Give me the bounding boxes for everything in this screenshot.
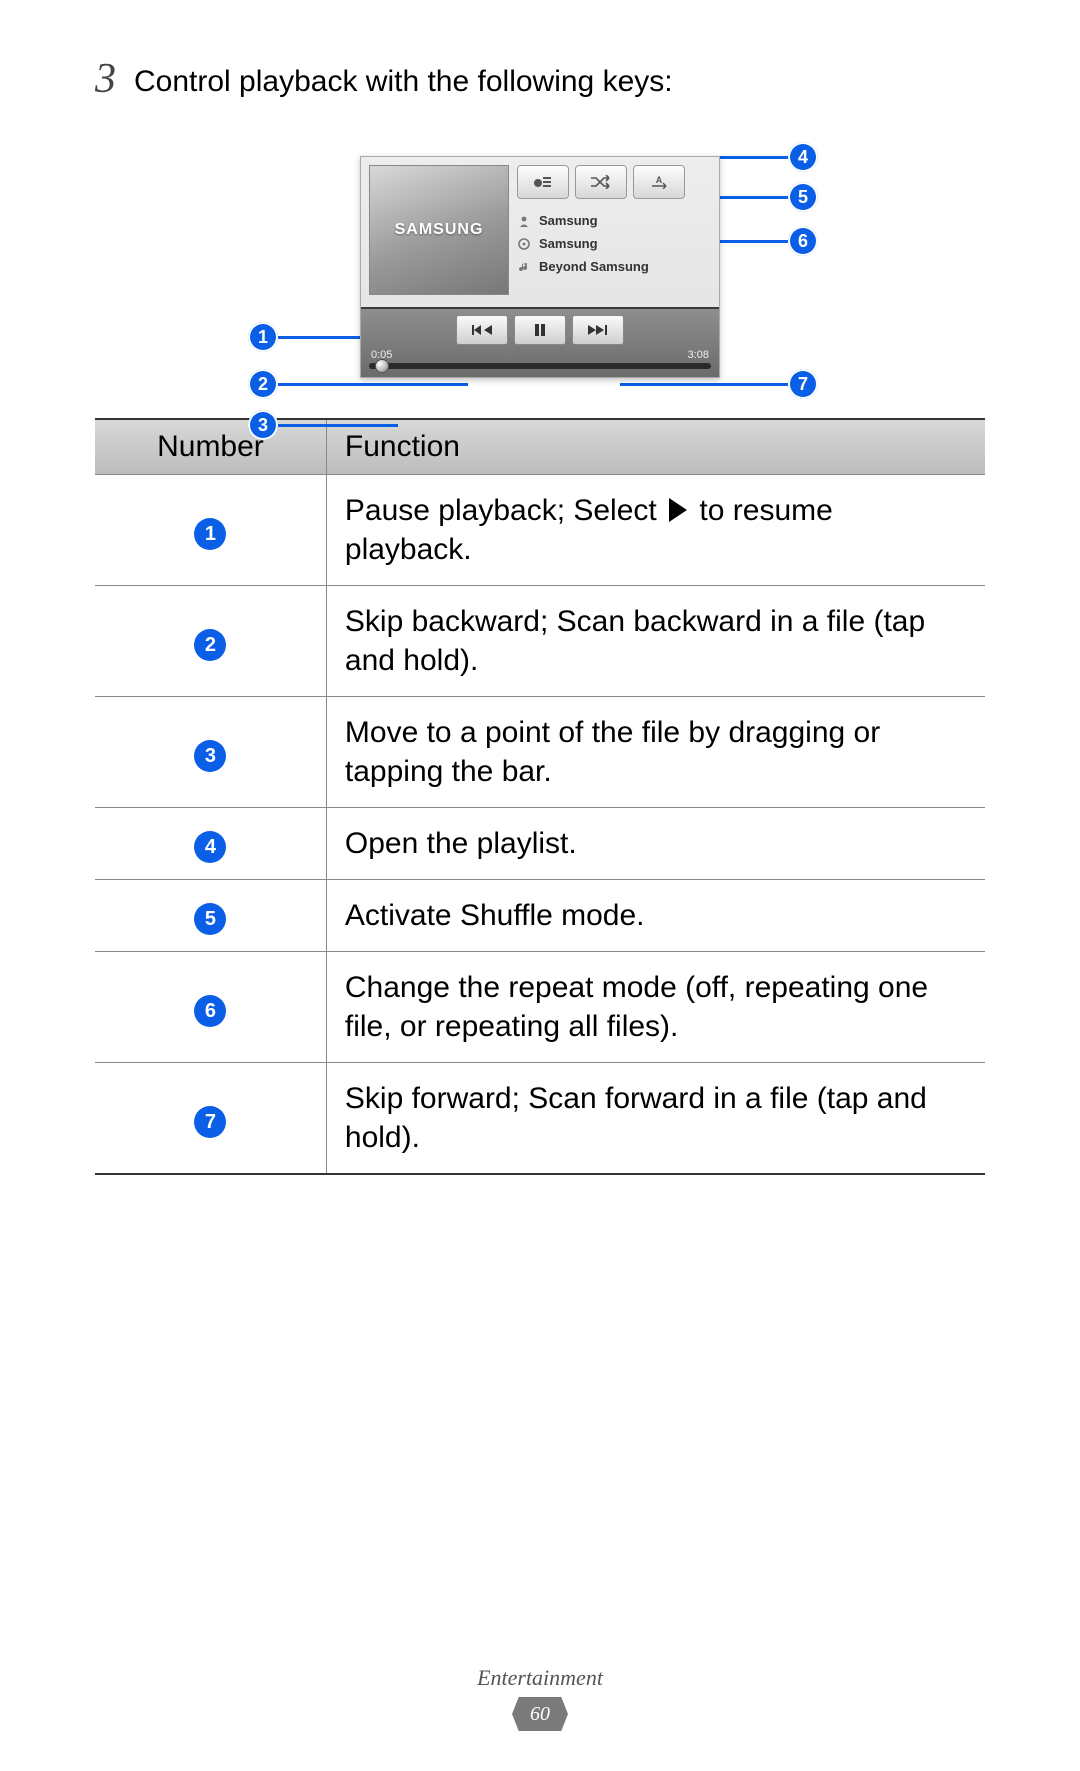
callout-2: 2 — [248, 369, 278, 399]
repeat-icon: A — [648, 175, 670, 189]
page-number: 60 — [512, 1697, 568, 1731]
artist-icon — [517, 214, 531, 228]
prev-button[interactable] — [456, 315, 508, 345]
step-text: Control playback with the following keys… — [134, 60, 673, 100]
track-label: Beyond Samsung — [539, 259, 649, 274]
row-function-cell: Move to a point of the file by dragging … — [326, 697, 985, 808]
step-number: 3 — [95, 58, 116, 100]
header-function: Function — [326, 419, 985, 475]
shuffle-icon — [590, 175, 612, 189]
next-button[interactable] — [572, 315, 624, 345]
pause-button[interactable] — [514, 315, 566, 345]
next-icon — [588, 324, 608, 336]
function-table: Number Function 1 Pause playback; Select … — [95, 418, 985, 1175]
header-number: Number — [95, 419, 326, 475]
callout-3: 3 — [248, 410, 278, 440]
number-badge: 5 — [194, 903, 226, 935]
callout-1: 1 — [248, 322, 278, 352]
shuffle-button[interactable] — [575, 165, 627, 199]
progress-bar[interactable] — [369, 363, 711, 369]
footer-section: Entertainment — [0, 1665, 1080, 1691]
repeat-button[interactable]: A — [633, 165, 685, 199]
player-diagram: 1 2 3 4 5 6 7 SAMSUNG — [220, 156, 860, 378]
table-row: 6 Change the repeat mode (off, repeating … — [95, 952, 985, 1063]
callout-5: 5 — [788, 182, 818, 212]
row-function-cell: Pause playback; Select to resume playbac… — [326, 475, 985, 586]
table-row: 4 Open the playlist. — [95, 808, 985, 880]
callout-7: 7 — [788, 369, 818, 399]
track-row: Beyond Samsung — [517, 259, 711, 274]
play-icon — [669, 498, 687, 522]
step-heading: 3 Control playback with the following ke… — [95, 60, 985, 100]
progress-knob[interactable] — [375, 359, 389, 373]
table-row: 3 Move to a point of the file by dragging… — [95, 697, 985, 808]
time-total: 3:08 — [688, 349, 709, 361]
number-badge: 1 — [194, 518, 226, 550]
artist-row: Samsung — [517, 213, 711, 228]
row-function-cell: Skip forward; Scan forward in a file (ta… — [326, 1063, 985, 1175]
table-row: 7 Skip forward; Scan forward in a file (t… — [95, 1063, 985, 1175]
number-badge: 4 — [194, 831, 226, 863]
svg-text:A: A — [656, 175, 663, 185]
number-badge: 2 — [194, 629, 226, 661]
table-row: 2 Skip backward; Scan backward in a file … — [95, 586, 985, 697]
prev-icon — [472, 324, 492, 336]
row-number-cell: 1 — [95, 475, 326, 586]
page-footer: Entertainment 60 — [0, 1665, 1080, 1731]
callout-6: 6 — [788, 226, 818, 256]
music-player: SAMSUNG A — [360, 156, 720, 378]
number-badge: 3 — [194, 740, 226, 772]
note-icon — [517, 260, 531, 274]
row-number-cell: 2 — [95, 586, 326, 697]
row-function-cell: Change the repeat mode (off, repeating o… — [326, 952, 985, 1063]
playlist-icon — [533, 174, 553, 190]
number-badge: 6 — [194, 995, 226, 1027]
row-number-cell: 7 — [95, 1063, 326, 1175]
disc-icon — [517, 237, 531, 251]
row-function-cell: Skip backward; Scan backward in a file (… — [326, 586, 985, 697]
row-number-cell: 3 — [95, 697, 326, 808]
pause-icon — [533, 323, 547, 337]
row-number-cell: 6 — [95, 952, 326, 1063]
row-function-cell: Open the playlist. — [326, 808, 985, 880]
album-art-brand: SAMSUNG — [395, 221, 484, 239]
artist-label: Samsung — [539, 213, 598, 228]
callout-4: 4 — [788, 142, 818, 172]
row-number-cell: 5 — [95, 880, 326, 952]
album-art: SAMSUNG — [369, 165, 509, 295]
album-row: Samsung — [517, 236, 711, 251]
table-row: 5 Activate Shuffle mode. — [95, 880, 985, 952]
row-function-cell: Activate Shuffle mode. — [326, 880, 985, 952]
playlist-button[interactable] — [517, 165, 569, 199]
album-label: Samsung — [539, 236, 598, 251]
number-badge: 7 — [194, 1106, 226, 1138]
row-number-cell: 4 — [95, 808, 326, 880]
table-row: 1 Pause playback; Select to resume playba… — [95, 475, 985, 586]
